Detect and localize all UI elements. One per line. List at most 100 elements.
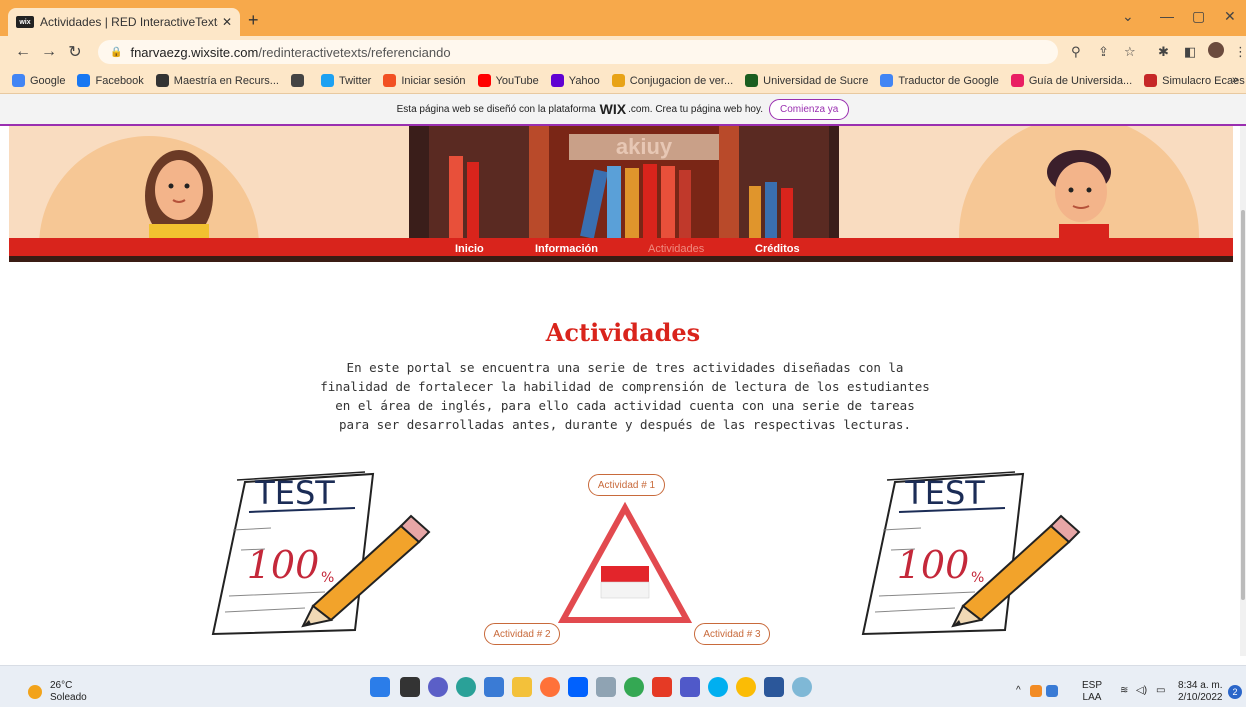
bookmark-item[interactable]: Universidad de Sucre xyxy=(745,74,868,87)
bookmark-favicon-icon xyxy=(383,74,397,87)
new-tab-button[interactable]: + xyxy=(248,10,259,31)
browser-tab[interactable]: wix Actividades | RED InteractiveTexts ✕ xyxy=(8,8,240,36)
url-host: fnarvaezg.wixsite.com xyxy=(130,44,259,60)
clock-date: 2/10/2022 xyxy=(1178,692,1223,703)
chrome-active-icon[interactable] xyxy=(736,677,756,697)
bookmark-item[interactable]: Iniciar sesión xyxy=(383,74,466,87)
edge-icon[interactable] xyxy=(456,677,476,697)
test-paper-left-image[interactable]: TEST 100 % xyxy=(205,470,450,640)
sidepanel-icon[interactable]: ◧ xyxy=(1184,44,1196,60)
bookmark-item[interactable]: Conjugacion de ver... xyxy=(611,74,733,87)
test-label-right: TEST xyxy=(904,474,985,512)
wix-banner-text-after: .com. Crea tu página web hoy. xyxy=(628,103,763,115)
activities-triangle-image xyxy=(557,501,693,623)
chevron-down-icon[interactable]: ⌄ xyxy=(1122,8,1134,25)
extensions-icon[interactable]: ✱ xyxy=(1158,44,1169,60)
minimize-icon[interactable]: — xyxy=(1160,8,1174,24)
globe-app-icon[interactable] xyxy=(792,677,812,697)
bookmark-item[interactable] xyxy=(290,74,309,87)
battery-icon[interactable]: ▭ xyxy=(1156,685,1165,697)
temperature: 26°C xyxy=(50,680,73,691)
dropbox-icon[interactable] xyxy=(568,677,588,697)
forward-icon[interactable]: → xyxy=(36,43,62,61)
bookmark-item[interactable]: YouTube xyxy=(477,74,539,87)
teams-icon[interactable] xyxy=(680,677,700,697)
tray-app-icon[interactable] xyxy=(1030,685,1042,697)
file-explorer-icon[interactable] xyxy=(512,677,532,697)
bookmark-label: Twitter xyxy=(338,74,372,87)
task-view-icon[interactable] xyxy=(400,677,420,697)
notification-badge[interactable]: 2 xyxy=(1228,685,1242,699)
bookmark-label: YouTube xyxy=(495,74,539,87)
bookmark-item[interactable]: Maestría en Recurs... xyxy=(155,74,279,87)
activity-1-button[interactable]: Actividad # 1 xyxy=(588,474,665,496)
bookmark-favicon-icon xyxy=(477,74,491,87)
back-icon[interactable]: ← xyxy=(10,43,36,61)
bookmark-item[interactable]: Twitter xyxy=(320,74,372,87)
clock[interactable]: 8:34 a. m. 2/10/2022 xyxy=(1178,680,1223,704)
menu-item-creditos[interactable]: Créditos xyxy=(755,243,800,255)
skype-icon[interactable] xyxy=(708,677,728,697)
bookmark-favicon-icon xyxy=(290,74,304,87)
library-sign-text: akiuy xyxy=(616,134,673,159)
input-language[interactable]: ESP LAA xyxy=(1082,680,1102,704)
menu-item-inicio[interactable]: Inicio xyxy=(455,243,484,255)
amazon-icon[interactable] xyxy=(596,677,616,697)
bookmark-item[interactable]: Guía de Universida... xyxy=(1010,74,1132,87)
activity-3-button[interactable]: Actividad # 3 xyxy=(694,623,770,645)
percent-label-left: % xyxy=(321,570,334,586)
close-tab-icon[interactable]: ✕ xyxy=(222,15,232,29)
chrome-icon[interactable] xyxy=(624,677,644,697)
profile-avatar[interactable] xyxy=(1208,42,1224,58)
share-icon[interactable]: ⇪ xyxy=(1098,44,1109,60)
mail-icon[interactable] xyxy=(484,677,504,697)
bookmark-item[interactable]: Traductor de Google xyxy=(880,74,999,87)
wix-favicon-icon: wix xyxy=(16,16,34,28)
bookmark-favicon-icon xyxy=(745,74,759,87)
scrollbar-thumb[interactable] xyxy=(1241,210,1245,600)
maximize-icon[interactable]: ▢ xyxy=(1192,8,1205,25)
activity-2-button[interactable]: Actividad # 2 xyxy=(484,623,560,645)
menu-item-actividades[interactable]: Actividades xyxy=(648,243,704,255)
start-now-button[interactable]: Comienza ya xyxy=(769,98,850,120)
zoom-icon[interactable]: ⚲ xyxy=(1071,44,1081,60)
bookmark-label: Maestría en Recurs... xyxy=(173,74,279,87)
header-illustration: akiuy xyxy=(9,126,1233,238)
bookmark-favicon-icon xyxy=(77,74,91,87)
windows-taskbar xyxy=(0,665,1246,707)
browser-tab-bar: wix Actividades | RED InteractiveTexts ✕… xyxy=(0,0,1246,36)
more-bookmarks-icon[interactable]: » xyxy=(1232,74,1238,86)
bookmark-label: Iniciar sesión xyxy=(401,74,466,87)
tab-title: Actividades | RED InteractiveTexts xyxy=(40,15,218,29)
word-icon[interactable] xyxy=(764,677,784,697)
wifi-icon[interactable]: ≋ xyxy=(1120,685,1128,697)
test-paper-right-image[interactable]: TEST 100 % xyxy=(855,470,1100,640)
office-icon[interactable] xyxy=(652,677,672,697)
volume-icon[interactable]: ◁) xyxy=(1136,685,1147,697)
url-path: /redinteractivetexts/referenciando xyxy=(258,44,451,60)
sun-icon[interactable] xyxy=(28,685,42,699)
browser-toolbar: ← → ↻ 🔒 fnarvaezg.wixsite.com/redinterac… xyxy=(0,36,1246,68)
weather-widget[interactable]: 26°C Soleado xyxy=(50,680,87,704)
reload-icon[interactable]: ↻ xyxy=(62,42,88,62)
address-bar[interactable]: 🔒 fnarvaezg.wixsite.com/redinteractivete… xyxy=(98,40,1058,64)
wix-banner: Esta página web se diseñó con la platafo… xyxy=(0,94,1246,124)
bookmark-item[interactable]: Google xyxy=(12,74,65,87)
firefox-icon[interactable] xyxy=(540,677,560,697)
bookmark-favicon-icon xyxy=(320,74,334,87)
bookmark-item[interactable]: Yahoo xyxy=(550,74,600,87)
menu-item-informacion[interactable]: Información xyxy=(535,243,598,255)
close-window-icon[interactable]: ✕ xyxy=(1224,8,1236,25)
bookmark-item[interactable]: Simulacro Ecaes -... xyxy=(1144,74,1246,87)
chat-icon[interactable] xyxy=(428,677,448,697)
chevron-up-icon[interactable]: ^ xyxy=(1016,685,1021,697)
security-icon[interactable] xyxy=(1046,685,1058,697)
keyboard-layout: LAA xyxy=(1082,692,1102,703)
start-icon[interactable] xyxy=(370,677,390,697)
bookmark-label: Yahoo xyxy=(568,74,600,87)
menu-kebab-icon[interactable]: ⋮ xyxy=(1234,44,1246,60)
bookmark-item[interactable]: Facebook xyxy=(77,74,144,87)
bookmark-star-icon[interactable]: ☆ xyxy=(1124,44,1136,60)
library-scene-image: akiuy xyxy=(39,126,1199,238)
weather-condition: Soleado xyxy=(50,692,87,703)
